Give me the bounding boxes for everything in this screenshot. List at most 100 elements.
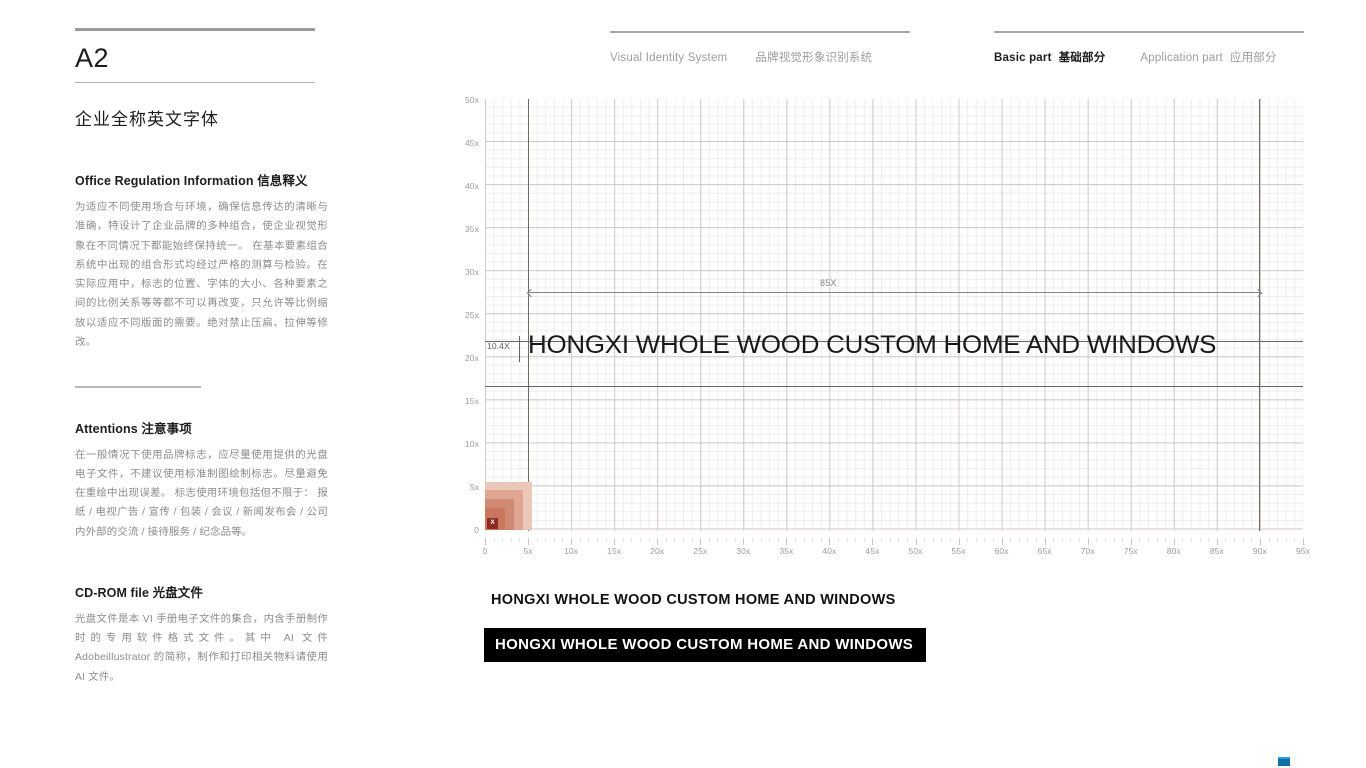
- header-vis-identity-cn: 品牌视觉形象识别系统: [755, 52, 873, 64]
- nav-application-part-en[interactable]: Application part: [1140, 52, 1222, 64]
- x-axis-minor-tick: [932, 538, 934, 542]
- x-axis-minor-tick: [639, 538, 641, 542]
- x-axis-minor-tick: [510, 538, 512, 542]
- x-axis-minor-tick: [1259, 538, 1261, 545]
- x-axis-minor-tick: [665, 538, 667, 542]
- x-axis-minor-tick: [1001, 538, 1003, 545]
- height-dimension-label: 10.4X: [487, 341, 510, 351]
- x-axis-minor-tick: [648, 538, 650, 542]
- x-axis-minor-tick: [760, 538, 762, 542]
- x-axis-minor-tick: [579, 538, 581, 542]
- x-axis-minor-tick: [786, 538, 788, 545]
- x-axis-tick: 20x: [650, 546, 665, 556]
- x-axis-minor-tick: [1225, 538, 1227, 542]
- x-axis-minor-tick: [924, 538, 926, 542]
- x-axis-minor-tick: [717, 538, 719, 542]
- x-axis-minor-tick: [553, 538, 555, 542]
- info-block-heading: Attentions 注意事项: [75, 418, 330, 437]
- x-axis-tick: 30x: [736, 546, 751, 556]
- x-axis-minor-tick: [726, 538, 728, 542]
- x-axis-minor-tick: [829, 538, 831, 545]
- x-axis-minor-tick: [1234, 538, 1236, 542]
- divider-attentions: [75, 386, 201, 388]
- nav-basic-part-cn[interactable]: 基础部分: [1059, 49, 1106, 65]
- nav-application-part-cn[interactable]: 应用部分: [1230, 49, 1277, 65]
- x-axis-minor-tick: [863, 538, 865, 542]
- height-dimension-line: [519, 336, 520, 362]
- x-axis-tick: 80x: [1166, 546, 1181, 556]
- y-axis-tick: 50x: [464, 94, 479, 105]
- unit-swatch: X: [485, 482, 532, 530]
- x-axis-minor-tick: [855, 538, 857, 542]
- x-axis-minor-tick: [838, 538, 839, 542]
- x-axis-tick: 40x: [822, 546, 837, 556]
- x-axis-minor-tick: [1027, 538, 1029, 542]
- x-axis-minor-tick: [967, 538, 969, 542]
- x-axis-minor-tick: [596, 538, 598, 542]
- grid-background: [485, 99, 1303, 531]
- x-axis-minor-tick: [734, 538, 736, 542]
- x-axis-minor-tick: [1191, 538, 1193, 542]
- info-block-heading-en: Office Regulation Information: [75, 174, 254, 188]
- x-axis-minor-tick: [708, 538, 710, 542]
- x-axis-minor-tick: [614, 538, 616, 545]
- width-dimension-label: 85X: [820, 278, 837, 288]
- x-axis-tick: 65x: [1037, 546, 1052, 556]
- x-axis-minor-tick: [1010, 538, 1012, 542]
- x-axis-minor-tick: [777, 538, 779, 542]
- page-title: A2: [75, 43, 110, 73]
- x-axis-minor-tick: [571, 538, 573, 545]
- header-vis-identity: Visual Identity System 品牌视觉形象识别系统: [610, 31, 920, 65]
- info-block-heading-cn: 信息释义: [257, 174, 308, 188]
- x-axis-minor-tick: [1216, 538, 1218, 545]
- header-vis-identity-en: Visual Identity System: [610, 52, 728, 64]
- unit-swatch-badge: X: [487, 518, 498, 529]
- x-axis-minor-tick: [528, 538, 530, 545]
- x-axis-tick: 90x: [1252, 546, 1267, 556]
- x-axis-tick: 75x: [1123, 546, 1138, 556]
- grid-x-axis: 0 5x 10x 15x 20x 25x 30x 35x 40x 45x 50x 55x 60x 65x 7…: [483, 538, 1315, 560]
- y-axis-tick: 20x: [464, 352, 479, 363]
- y-axis-tick: 15x: [464, 395, 479, 406]
- x-axis-minor-tick: [657, 538, 659, 545]
- x-axis-minor-tick: [605, 538, 607, 542]
- x-axis-tick: 25x: [693, 546, 708, 556]
- y-axis-tick: 35x: [464, 223, 479, 234]
- x-axis-minor-tick: [493, 538, 495, 542]
- y-axis-tick: 0: [474, 525, 479, 535]
- x-axis-minor-tick: [1208, 538, 1210, 542]
- x-axis-minor-tick: [769, 538, 771, 542]
- y-axis-tick: 30x: [464, 266, 479, 277]
- x-axis-minor-tick: [794, 538, 796, 542]
- x-axis-tick: 35x: [779, 546, 794, 556]
- x-axis-minor-tick: [1182, 538, 1184, 542]
- info-block-office-regulation: Office Regulation Information 信息释义 为适应不同…: [75, 170, 330, 352]
- logotype-construction-grid: [485, 99, 1303, 531]
- header-part-nav: Basic part 基础部分 Application part 应用部分: [994, 31, 1314, 65]
- x-axis-minor-tick: [1104, 538, 1106, 542]
- x-axis-minor-tick: [1277, 538, 1279, 542]
- x-axis-minor-tick: [691, 538, 693, 542]
- x-axis-minor-tick: [1147, 538, 1149, 542]
- x-axis-minor-tick: [846, 538, 848, 542]
- x-axis-minor-tick: [941, 538, 943, 542]
- x-axis-minor-tick: [545, 538, 547, 542]
- y-axis-tick: 5x: [469, 481, 479, 492]
- x-axis-minor-tick: [588, 538, 590, 542]
- info-block-heading-en: CD-ROM file: [75, 585, 150, 600]
- nav-basic-part-en[interactable]: Basic part: [994, 52, 1052, 64]
- x-axis-minor-tick: [1302, 538, 1304, 545]
- y-axis-tick: 25x: [464, 309, 479, 320]
- x-axis-minor-tick: [915, 538, 917, 545]
- info-block-heading: CD-ROM file 光盘文件: [75, 582, 330, 601]
- header-rule: [994, 31, 1304, 33]
- x-axis-minor-tick: [683, 538, 685, 542]
- info-block-heading-cn: 光盘文件: [152, 585, 203, 600]
- x-axis-minor-tick: [1251, 538, 1253, 542]
- x-axis-minor-tick: [622, 538, 624, 542]
- x-axis-minor-tick: [958, 538, 960, 545]
- info-block-heading-en: Attentions: [75, 421, 138, 436]
- y-axis-tick: 45x: [464, 137, 479, 148]
- guide-horizontal-baseline: [485, 386, 1303, 387]
- x-axis-minor-tick: [1113, 538, 1115, 542]
